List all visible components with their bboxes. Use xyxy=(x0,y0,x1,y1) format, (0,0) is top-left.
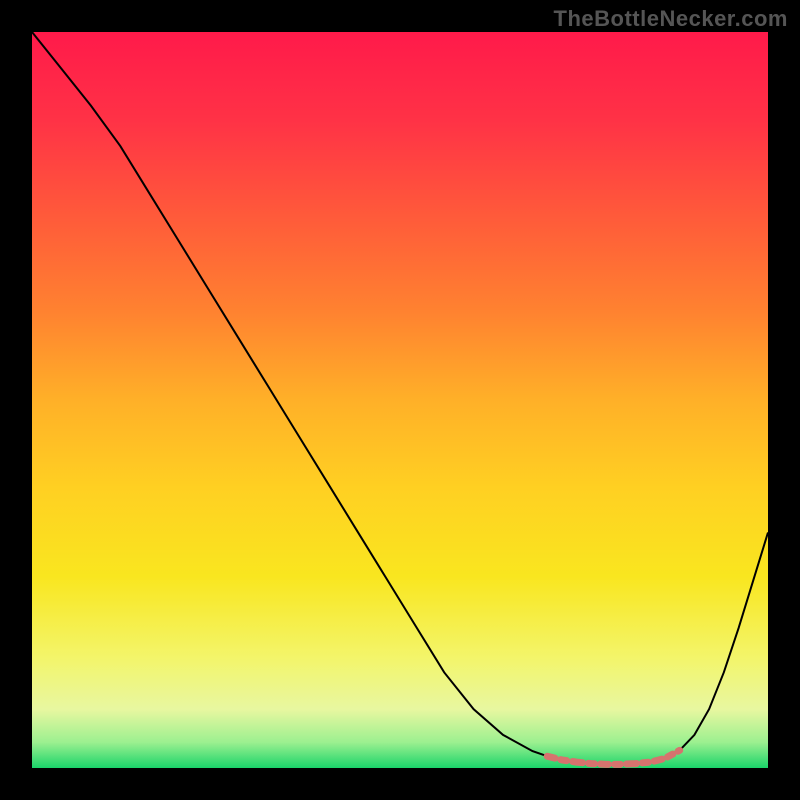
plot-background xyxy=(32,32,768,768)
chart-container: TheBottleNecker.com xyxy=(0,0,800,800)
plot-area xyxy=(32,32,768,768)
chart-svg xyxy=(32,32,768,768)
watermark-text: TheBottleNecker.com xyxy=(554,6,788,32)
